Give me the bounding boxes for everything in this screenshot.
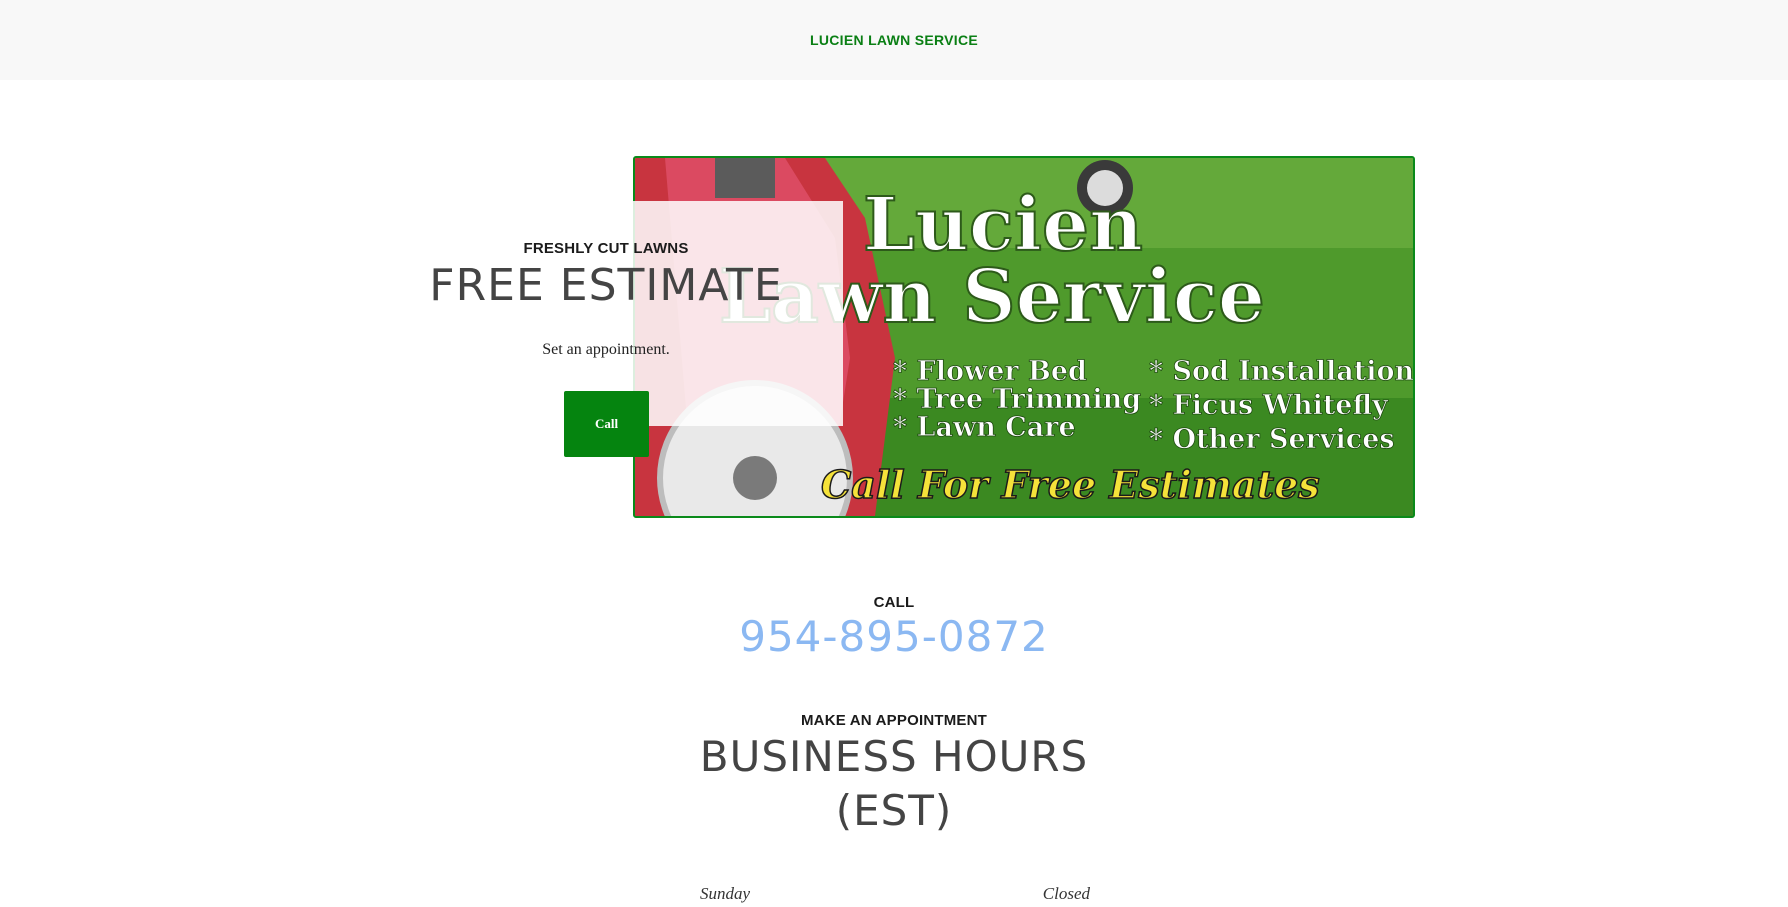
appointment-label: MAKE AN APPOINTMENT	[800, 712, 988, 729]
hero-subtitle: Set an appointment.	[542, 341, 670, 359]
banner-service: * Tree Trimming	[893, 384, 1141, 415]
banner-service: * Ficus Whitefly	[1149, 390, 1389, 421]
banner-tagline: Call For Free Estimates	[821, 462, 1320, 507]
business-hours-title: BUSINESS HOURS (EST)	[0, 730, 1788, 838]
hero-eyebrow: FRESHLY CUT LAWNS	[523, 240, 689, 257]
banner-service: * Lawn Care	[893, 412, 1076, 443]
hours-row-sunday: Sunday Closed	[700, 884, 1090, 904]
call-label: CALL	[873, 594, 915, 611]
top-navigation-bar: LUCIEN LAWN SERVICE	[0, 0, 1788, 80]
banner-service: * Other Services	[1149, 424, 1395, 455]
hero-title: FREE ESTIMATE	[429, 260, 783, 311]
banner-service: * Sod Installation	[1149, 356, 1413, 387]
hero-text-block: FRESHLY CUT LAWNS FREE ESTIMATE Set an a…	[420, 240, 792, 359]
hours-value: Closed	[1042, 884, 1090, 903]
hours-day: Sunday	[700, 884, 751, 903]
hours-title-line1: BUSINESS HOURS	[699, 732, 1089, 781]
site-brand-link[interactable]: LUCIEN LAWN SERVICE	[810, 32, 978, 48]
hours-title-line2: (EST)	[835, 786, 953, 835]
call-button[interactable]: Call	[564, 391, 649, 457]
banner-service: * Flower Bed	[893, 356, 1087, 387]
phone-link[interactable]: 954-895-0872	[0, 612, 1788, 661]
